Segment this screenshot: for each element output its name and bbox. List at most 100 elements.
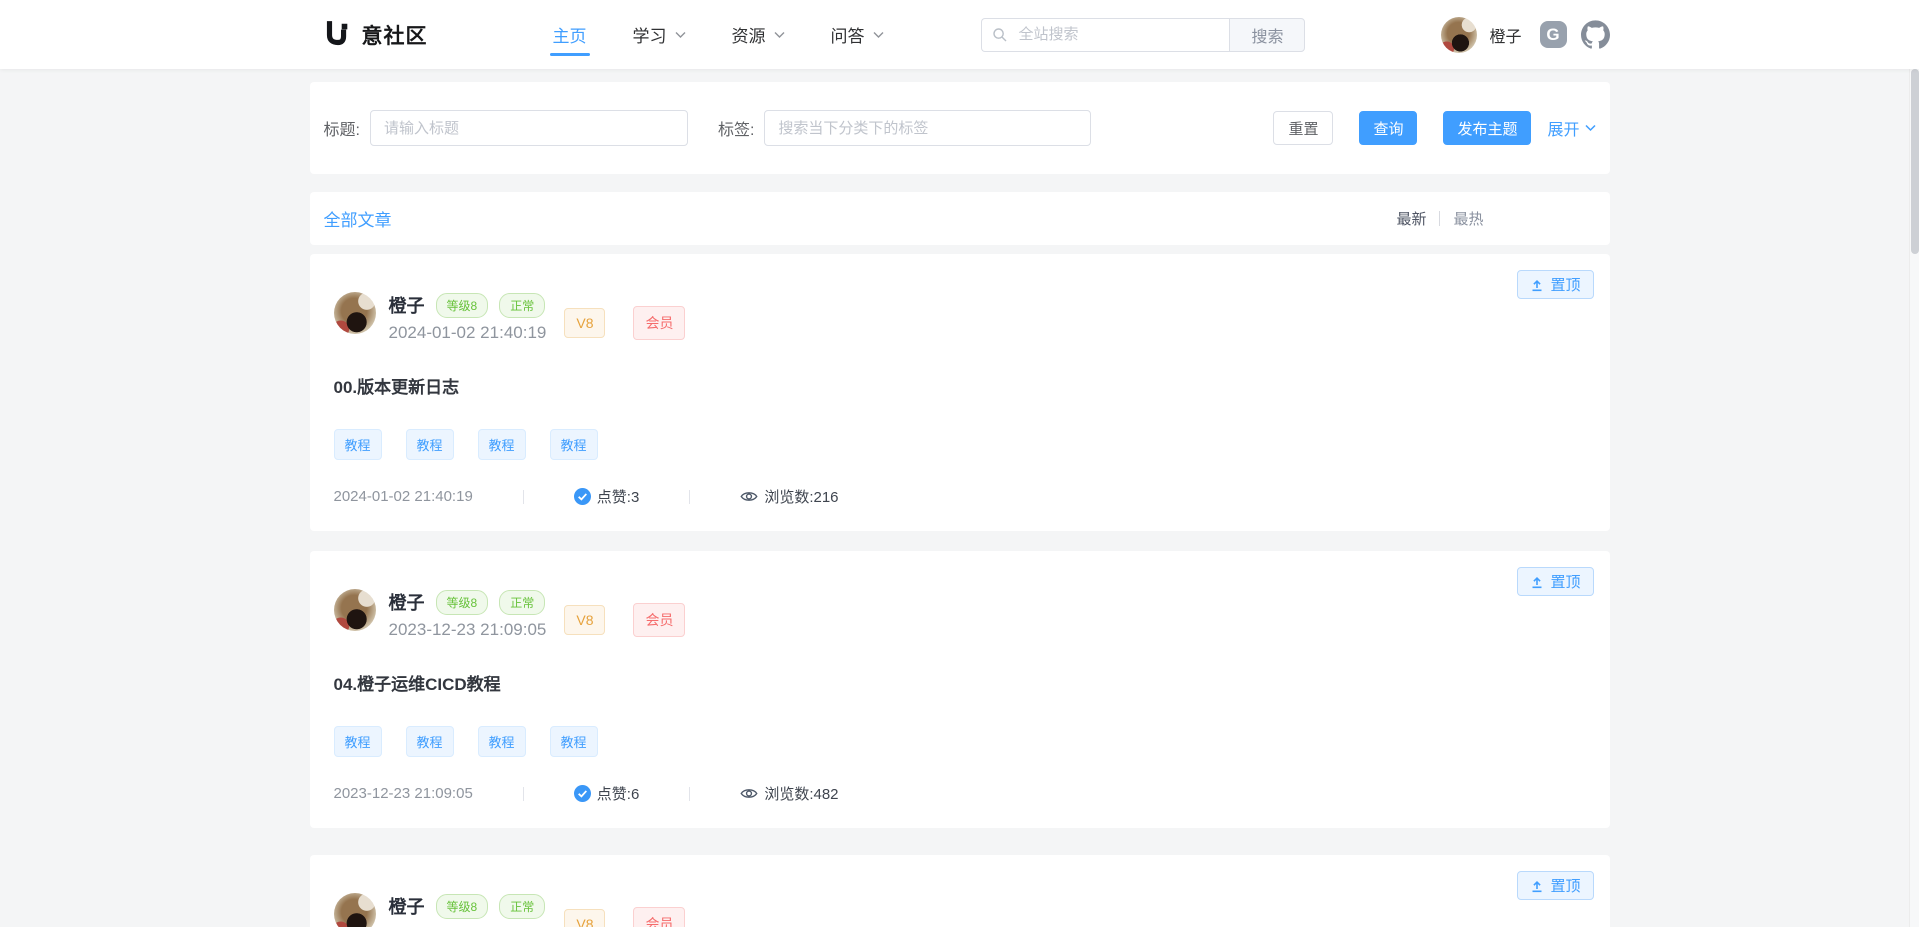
search-input[interactable] [981,18,1229,52]
post-tag[interactable]: 教程 [406,726,454,757]
author-avatar[interactable] [334,292,376,334]
post-footer: 2024-01-02 21:40:19 点赞:3 浏览数:216 [334,486,1586,507]
chevron-down-icon [675,31,686,39]
title-filter-label: 标题: [324,116,360,140]
pin-top-label: 置顶 [1550,274,1580,295]
author-name[interactable]: 橙子 [389,893,425,919]
nav-label: 主页 [553,22,587,47]
footer-divider [523,490,524,504]
post-tags: 教程 教程 教程 教程 [334,726,1586,757]
post-tag[interactable]: 教程 [406,429,454,460]
user-area: 橙子 G [1441,17,1609,53]
main-nav: 主页 学习 资源 问答 [550,0,927,69]
post-datetime: 2023-12-23 21:09:05 [389,620,547,640]
likes-stat: 点赞:6 [574,783,640,804]
post-author-row: 橙子 等级8 正常 2024-01-02 21:40:19 V8 会员 [334,292,1586,343]
nav-label: 学习 [633,22,667,47]
views-stat: 浏览数:216 [740,486,838,507]
expand-toggle[interactable]: 展开 [1547,116,1595,140]
brand[interactable]: 意社区 [322,20,428,50]
likes-label: 点赞:6 [597,783,640,804]
footer-datetime: 2024-01-02 21:40:19 [334,488,473,505]
vip-badge: V8 [564,909,605,927]
like-check-icon [574,785,591,802]
pin-top-button[interactable]: 置顶 [1517,270,1593,299]
post-author-row: 橙子 等级8 正常 2023-12-16 15:22:38 V8 会员 [334,893,1586,927]
level-badge: 等级8 [436,293,489,318]
footer-datetime: 2023-12-23 21:09:05 [334,785,473,802]
nav-item-home[interactable]: 主页 [550,0,590,69]
vip-badge: V8 [564,308,605,338]
author-badges: V8 会员 [564,603,685,637]
post-tag[interactable]: 教程 [550,429,598,460]
post-author-row: 橙子 等级8 正常 2023-12-23 21:09:05 V8 会员 [334,589,1586,640]
vip-badge: V8 [564,605,605,635]
tag-filter-input[interactable] [764,110,1091,146]
author-info: 橙子 等级8 正常 2023-12-16 15:22:38 [389,893,547,927]
user-avatar[interactable] [1441,17,1477,53]
filter-row: 标题: 标签: 重置 查询 发布主题 展开 [310,82,1610,174]
sort-hottest[interactable]: 最热 [1453,208,1483,229]
author-info: 橙子 等级8 正常 2023-12-23 21:09:05 [389,589,547,640]
gitee-icon[interactable]: G [1540,21,1567,48]
post-title[interactable]: 04.橙子运维CICD教程 [334,670,1586,695]
member-badge: 会员 [633,306,685,340]
nav-label: 问答 [831,22,865,47]
sort-divider [1439,211,1440,226]
chevron-down-icon [873,31,884,39]
footer-divider [689,787,690,801]
query-button[interactable]: 查询 [1359,111,1417,145]
search-icon [992,27,1008,43]
post-tags: 教程 教程 教程 教程 [334,429,1586,460]
nav-item-qa[interactable]: 问答 [828,0,887,69]
post-tag[interactable]: 教程 [334,726,382,757]
username[interactable]: 橙子 [1489,23,1521,47]
post-tag[interactable]: 教程 [478,429,526,460]
github-icon[interactable] [1581,20,1610,49]
pin-top-button[interactable]: 置顶 [1517,567,1593,596]
page-scrollbar[interactable] [1909,0,1919,927]
pin-top-label: 置顶 [1550,571,1580,592]
like-check-icon [574,488,591,505]
author-name[interactable]: 橙子 [389,292,425,318]
eye-icon [740,489,758,504]
reset-button[interactable]: 重置 [1273,111,1333,145]
all-articles-tab[interactable]: 全部文章 [324,206,392,231]
list-header-bar: 全部文章 最新 最热 [310,192,1610,245]
scrollbar-thumb[interactable] [1911,69,1919,254]
nav-item-study[interactable]: 学习 [630,0,689,69]
post-tag[interactable]: 教程 [550,726,598,757]
post-card: 置顶 橙子 等级8 正常 2024-01-02 21:40:19 V8 会员 0… [310,254,1610,531]
member-badge: 会员 [633,907,685,927]
tag-filter-group: 标签: [718,110,1091,146]
sort-newest[interactable]: 最新 [1396,208,1426,229]
author-badges: V8 会员 [564,306,685,340]
pin-top-button[interactable]: 置顶 [1517,871,1593,900]
author-avatar[interactable] [334,589,376,631]
post-tag[interactable]: 教程 [478,726,526,757]
search-button[interactable]: 搜索 [1229,18,1305,52]
pin-top-icon [1530,575,1544,589]
publish-topic-button[interactable]: 发布主题 [1443,111,1531,145]
pin-top-label: 置顶 [1550,875,1580,896]
eye-icon [740,786,758,801]
expand-label: 展开 [1547,116,1579,140]
author-avatar[interactable] [334,893,376,927]
footer-divider [523,787,524,801]
pin-top-icon [1530,879,1544,893]
post-title[interactable]: 00.版本更新日志 [334,373,1586,398]
likes-label: 点赞:3 [597,486,640,507]
post-tag[interactable]: 教程 [334,429,382,460]
views-label: 浏览数:216 [764,486,838,507]
author-name[interactable]: 橙子 [389,589,425,615]
yishequ-logo-icon [322,20,352,50]
nav-label: 资源 [732,22,766,47]
title-filter-input[interactable] [370,110,688,146]
author-badges: V8 会员 [564,907,685,927]
sort-options: 最新 最热 [1396,208,1483,229]
post-datetime: 2024-01-02 21:40:19 [389,323,547,343]
chevron-down-icon [774,31,785,39]
nav-item-resources[interactable]: 资源 [729,0,788,69]
footer-divider [689,490,690,504]
level-badge: 等级8 [436,894,489,919]
